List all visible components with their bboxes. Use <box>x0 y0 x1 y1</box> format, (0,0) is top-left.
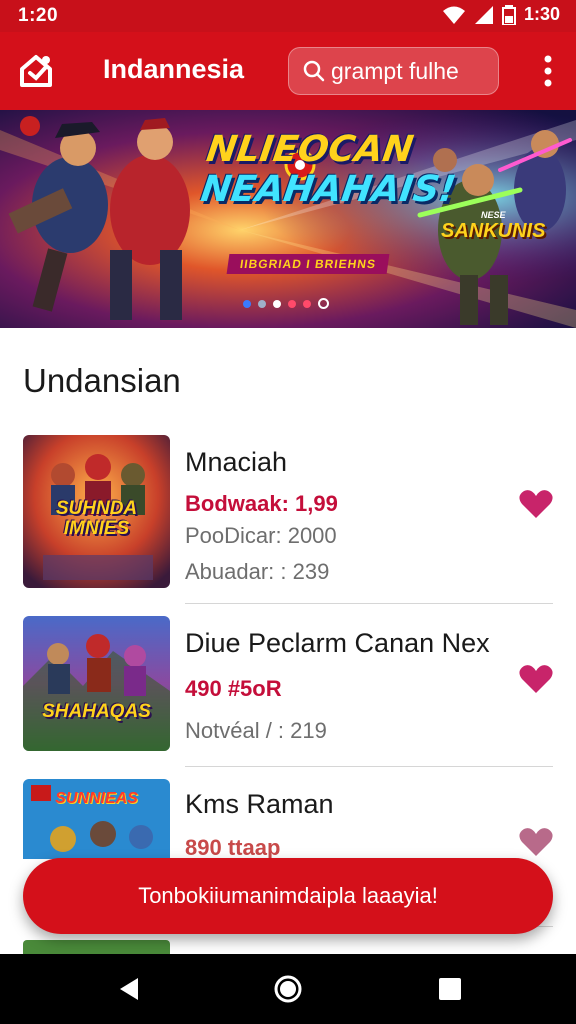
app-logo-icon[interactable] <box>16 51 56 91</box>
game-thumbnail[interactable]: SUNNIEAS <box>23 779 170 859</box>
recents-icon[interactable] <box>435 974 465 1004</box>
thumbnail-title: SUHNDA IMNIES <box>55 498 138 539</box>
overflow-menu-icon[interactable] <box>538 54 558 88</box>
back-icon[interactable] <box>114 974 144 1004</box>
home-icon[interactable] <box>273 974 303 1004</box>
game-title[interactable]: Diue Peclarm Canan Nex <box>185 628 490 659</box>
carousel-dot-active[interactable] <box>318 298 329 309</box>
promo-toast-button[interactable]: Tonbokiiumanimdaipla laaayia! <box>23 858 553 934</box>
thumbnail-title: SHAHAQAS <box>42 701 151 722</box>
carousel-dot[interactable] <box>288 299 296 308</box>
search-field[interactable]: grampt fulhe <box>288 47 499 95</box>
favorite-heart-icon[interactable] <box>519 489 553 519</box>
carousel-dot[interactable] <box>273 299 281 308</box>
thumbnail-art <box>23 616 170 751</box>
game-meta: Abuadar: : 239 <box>185 559 330 584</box>
carousel-dot[interactable] <box>303 299 311 308</box>
carousel-indicators[interactable] <box>243 298 329 309</box>
banner-badge-top: NESE <box>480 210 506 220</box>
game-title[interactable]: Mnaciah <box>185 447 287 478</box>
favorite-heart-icon[interactable] <box>519 664 553 694</box>
game-list-item[interactable]: SUHNDA IMNIES Mnaciah Bodwaak: 1,99 PooD… <box>0 435 576 605</box>
game-thumbnail[interactable]: SHAHAQAS <box>23 616 170 751</box>
game-meta: Notvéal / : 219 <box>185 718 327 743</box>
game-price: Bodwaak: 1,99 <box>185 491 338 516</box>
status-clock: 1:30 <box>523 4 560 24</box>
status-time: 1:20 <box>18 5 59 26</box>
banner-title-line1: NLIEOCAN <box>204 129 416 170</box>
wifi-icon <box>442 6 465 24</box>
thumbnail-title: SUNNIEAS <box>55 790 138 807</box>
toast-message: Tonbokiiumanimdaipla laaayia! <box>138 883 438 908</box>
divider <box>185 766 553 767</box>
banner-title-line2: NEAHAHAIS! <box>198 169 459 210</box>
game-title[interactable]: Kms Raman <box>185 789 334 820</box>
system-nav-bar <box>0 954 576 1024</box>
favorite-heart-icon[interactable] <box>519 827 553 857</box>
banner-subtitle: IIBGRIAD I BRIEHNS <box>226 254 390 274</box>
app-bar: Indannesia grampt fulhe <box>0 32 576 110</box>
status-bar: 1:20 1:30 <box>0 0 576 32</box>
game-price: 490 #5oR <box>185 676 282 701</box>
hero-banner[interactable]: NLIEOCAN NEAHAHAIS! IIBGRIAD I BRIEHNS N… <box>0 110 576 328</box>
carousel-dot[interactable] <box>258 299 266 308</box>
game-meta: PooDicar: 2000 <box>185 523 337 548</box>
game-thumbnail[interactable]: SUHNDA IMNIES <box>23 435 170 588</box>
banner-badge-label: SANKUNIS <box>441 220 546 242</box>
battery-icon <box>501 4 516 25</box>
game-list-item[interactable]: SHAHAQAS Diue Peclarm Canan Nex 490 #5oR… <box>0 616 576 767</box>
banner-title: NLIEOCAN NEAHAHAIS! <box>198 129 464 210</box>
status-icons: 1:30 <box>442 4 560 25</box>
carousel-dot[interactable] <box>243 299 251 308</box>
banner-badge: NESE SANKUNIS <box>441 210 545 243</box>
signal-icon <box>474 5 493 24</box>
divider <box>185 603 553 604</box>
game-thumbnail-partial <box>23 940 170 954</box>
search-icon <box>303 60 325 82</box>
section-title: Undansian <box>23 362 181 399</box>
search-input[interactable]: grampt fulhe <box>331 58 459 85</box>
game-list-item[interactable]: SUNNIEAS Kms Raman 890 ttaap <box>0 779 576 869</box>
app-title: Indannesia <box>103 54 245 84</box>
